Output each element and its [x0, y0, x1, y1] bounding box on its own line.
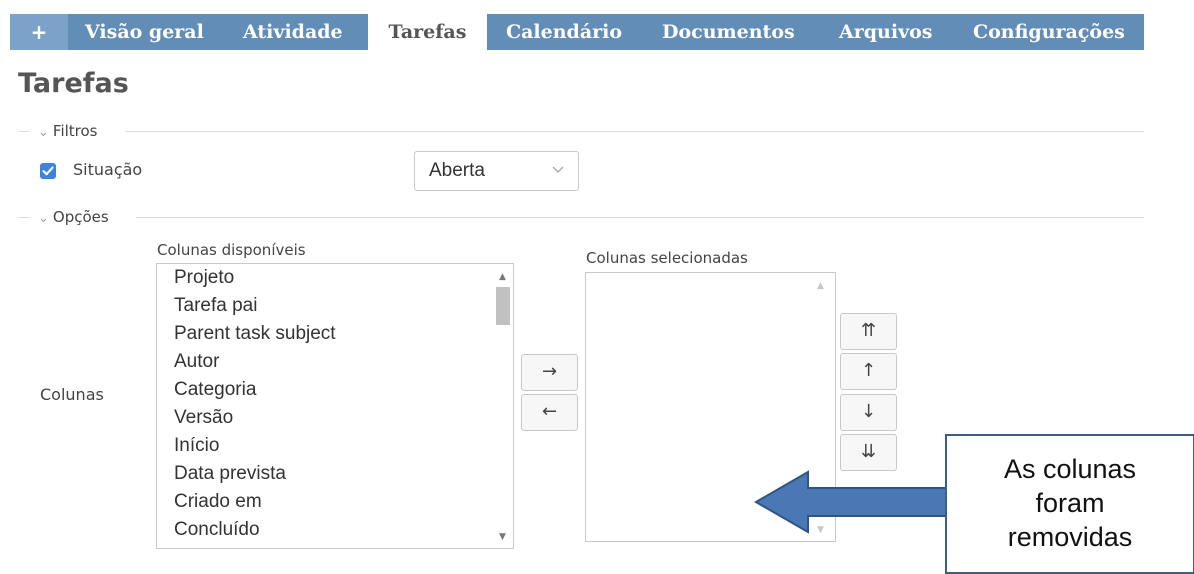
- status-filter-checkbox[interactable]: [40, 163, 56, 179]
- status-operator-select[interactable]: Aberta: [414, 151, 579, 191]
- chevron-down-icon: ⌄: [38, 211, 49, 226]
- list-item[interactable]: Autor: [174, 351, 219, 373]
- status-select-value: Aberta: [429, 160, 485, 181]
- main-tab-bar: + Visão geral Atividade Tarefas Calendár…: [10, 14, 1144, 52]
- add-column-button[interactable]: →: [521, 354, 578, 391]
- tab-tasks[interactable]: Tarefas: [368, 14, 487, 52]
- list-item[interactable]: Parent task subject: [174, 323, 336, 345]
- filters-legend[interactable]: ⌄ Filtros: [38, 122, 98, 140]
- chevron-down-icon: ⌄: [38, 125, 49, 140]
- tab-activity[interactable]: Atividade: [243, 14, 343, 50]
- annotation-text-line: As colunas: [1003, 454, 1137, 484]
- scroll-up-arrow-icon[interactable]: ▲: [499, 272, 506, 282]
- available-columns-list[interactable]: Projeto Tarefa pai Parent task subject A…: [156, 263, 514, 549]
- move-bottom-button[interactable]: ⇊: [840, 434, 897, 471]
- fieldset-divider: [18, 217, 30, 218]
- list-item[interactable]: Concluído: [174, 519, 260, 541]
- page-title: Tarefas: [18, 68, 129, 99]
- options-legend[interactable]: ⌄ Opções: [38, 208, 109, 226]
- move-top-button[interactable]: ⇈: [840, 313, 897, 350]
- scroll-down-arrow-icon[interactable]: ▼: [499, 532, 506, 542]
- annotation-text-line: removidas: [1007, 522, 1133, 552]
- list-item[interactable]: Início: [174, 435, 219, 457]
- list-item[interactable]: Criado em: [174, 491, 262, 513]
- new-object-tab[interactable]: +: [10, 14, 68, 50]
- selected-columns-label: Colunas selecionadas: [586, 249, 748, 267]
- scrollbar-thumb[interactable]: [496, 287, 510, 325]
- tab-overview[interactable]: Visão geral: [85, 14, 204, 50]
- fieldset-divider: [125, 131, 1144, 132]
- chevron-down-icon: [552, 166, 564, 173]
- status-filter-label: Situação: [73, 160, 143, 179]
- available-columns-label: Colunas disponíveis: [157, 241, 306, 259]
- options-legend-label: Opções: [52, 208, 109, 226]
- annotation-callout: As colunas foram removidas: [945, 434, 1194, 574]
- move-up-button[interactable]: ↑: [840, 353, 897, 390]
- tab-documents[interactable]: Documentos: [662, 14, 795, 50]
- fieldset-divider: [18, 131, 30, 132]
- checkmark-icon: [42, 166, 54, 176]
- scroll-up-arrow-icon[interactable]: ▲: [817, 281, 824, 291]
- tab-files[interactable]: Arquivos: [839, 14, 932, 50]
- filters-legend-label: Filtros: [52, 122, 98, 140]
- remove-column-button[interactable]: ←: [521, 394, 578, 431]
- list-item[interactable]: Data prevista: [174, 463, 286, 485]
- move-down-button[interactable]: ↓: [840, 394, 897, 431]
- columns-label: Colunas: [40, 385, 104, 404]
- list-item[interactable]: Versão: [174, 407, 233, 429]
- tab-calendar[interactable]: Calendário: [506, 14, 622, 50]
- list-item[interactable]: Categoria: [174, 379, 256, 401]
- fieldset-divider: [136, 217, 1144, 218]
- tab-settings[interactable]: Configurações: [973, 14, 1125, 50]
- list-item[interactable]: Tarefa pai: [174, 295, 257, 317]
- annotation-text-line: foram: [1035, 488, 1105, 518]
- left-arrow-icon: [754, 470, 949, 534]
- list-item[interactable]: Projeto: [174, 267, 234, 289]
